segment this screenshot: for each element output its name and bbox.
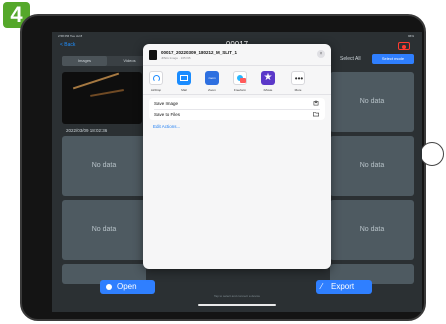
record-icon[interactable] [398,42,410,50]
grid-cell[interactable]: No data [330,72,414,132]
open-button-label: Open [117,282,137,291]
airdrop-icon [149,71,163,85]
home-button[interactable] [420,142,444,166]
more-icon: ••• [291,71,305,85]
home-indicator [198,304,276,306]
folder-icon [313,112,319,117]
share-actions-list: Save Image Save to Files [149,98,325,120]
share-app-zoom[interactable]: zoom Zoom [203,71,221,92]
export-button[interactable]: ⁄ Export [316,280,372,294]
status-time: 2:58 PM Tue Jul 8 [58,34,83,38]
media-segmented-control: Images Videos [62,56,152,66]
mail-icon [177,71,191,85]
no-data-label: No data [91,162,117,169]
no-data-label: No data [359,98,385,105]
share-app-freeform[interactable]: Freeform [231,71,249,92]
close-icon[interactable]: × [317,50,325,58]
file-name: 00017_20220309_180212_M_SLIT_1 [161,50,238,55]
app-screen: 2:58 PM Tue Jul 8 96% < Back 00017 Image… [52,32,422,312]
select-mode-button[interactable]: Select mode [372,54,414,64]
grid-cell[interactable]: No data [330,200,414,260]
thumbnail-photo[interactable] [62,72,142,124]
export-button-label: Export [331,282,355,291]
no-data-label: No data [91,226,117,233]
share-app-airdrop[interactable]: AirDrop [147,71,165,92]
share-app-more[interactable]: ••• More [289,71,307,92]
grid-cell[interactable]: No data [330,136,414,196]
open-button[interactable]: Open [100,280,155,294]
no-data-label: No data [359,226,385,233]
thumbnail-timestamp: 2022/03/09 18:02:36 [66,128,108,133]
grid-cell[interactable]: No data [62,136,146,196]
divider [143,94,331,95]
action-save-image[interactable]: Save Image [149,98,325,110]
action-save-to-files[interactable]: Save to Files [149,109,325,120]
share-sheet: 00017_20220309_180212_M_SLIT_1 JPEG Imag… [143,44,331,269]
imovie-icon: ★ [261,71,275,85]
share-app-imovie[interactable]: ★ iMovie [259,71,277,92]
file-thumbnail [149,50,157,60]
play-icon [106,284,112,290]
edit-actions-link[interactable]: Edit Actions... [153,124,180,129]
hint-text: Tap to select and connect a device [213,294,261,298]
export-icon: ⁄ [321,282,323,291]
save-image-icon [313,100,319,106]
share-app-mail[interactable]: Mail [175,71,193,92]
divider [143,65,331,66]
zoom-icon: zoom [205,71,219,85]
no-data-label: No data [359,162,385,169]
grid-cell[interactable]: No data [62,200,146,260]
status-battery: 96% [407,34,414,38]
file-info: JPEG Image · 165 KB [161,56,191,60]
select-all-button[interactable]: Select All [340,56,361,62]
tab-images[interactable]: Images [62,56,107,66]
freeform-icon [233,71,247,85]
